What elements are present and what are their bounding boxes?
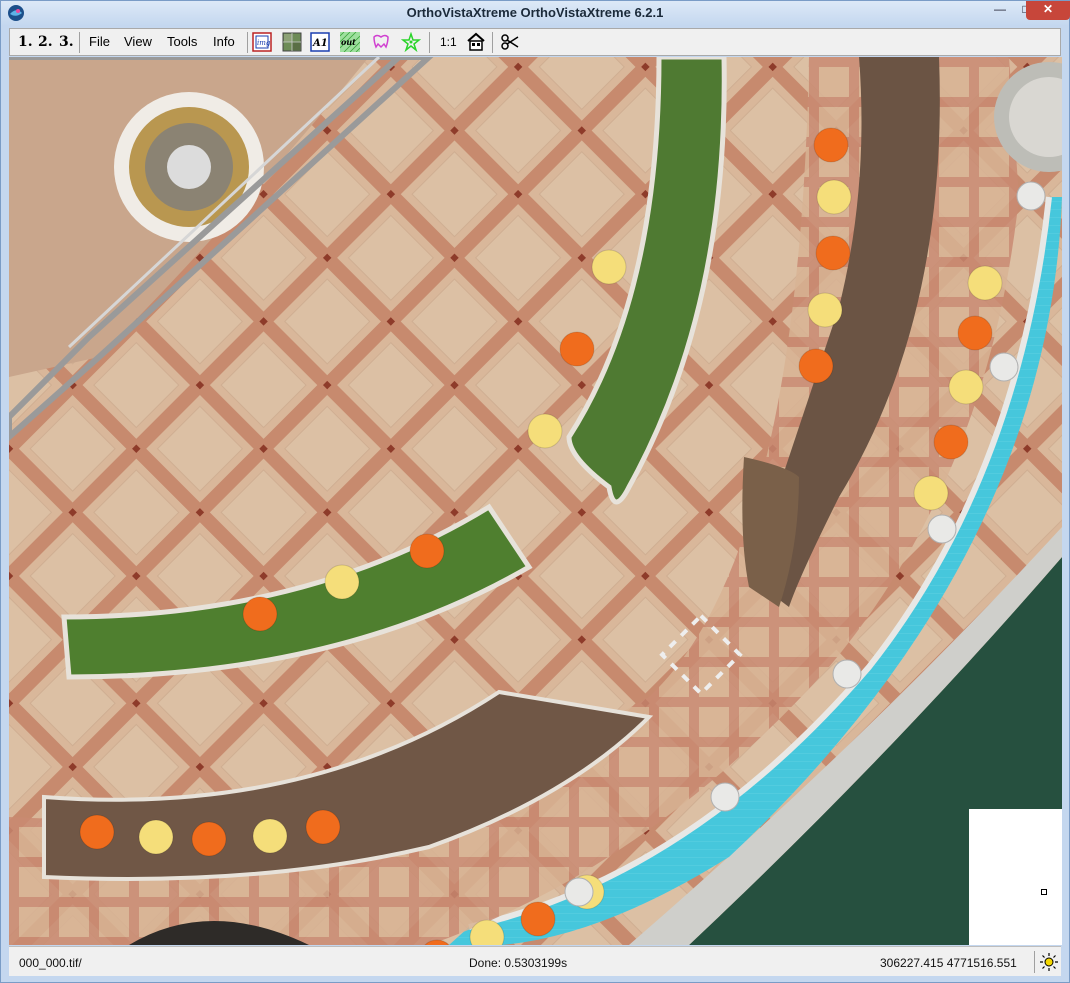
aerial-image bbox=[9, 57, 1062, 945]
step-2-button[interactable]: 2. bbox=[38, 32, 53, 52]
status-file: 000_000.tif/ bbox=[19, 956, 82, 970]
toolbar-separator bbox=[492, 32, 493, 53]
image-frame-icon[interactable]: img bbox=[252, 32, 272, 52]
app-window: OrthoVistaXtreme OrthoVistaXtreme 6.2.1 … bbox=[0, 0, 1070, 983]
menu-file[interactable]: File bbox=[89, 32, 110, 52]
tooth-icon[interactable] bbox=[371, 32, 391, 52]
minimize-button[interactable]: — bbox=[987, 1, 1013, 20]
close-button[interactable]: ✕ bbox=[1026, 1, 1070, 20]
overview-minimap[interactable] bbox=[969, 809, 1062, 945]
toolbar: 1. 2. 3. File View Tools Info img A1 out bbox=[9, 28, 1061, 56]
a1-icon[interactable]: A1 bbox=[310, 32, 330, 52]
toolbar-separator bbox=[429, 32, 430, 53]
step-1-button[interactable]: 1. bbox=[18, 32, 33, 52]
title-bar[interactable]: OrthoVistaXtreme OrthoVistaXtreme 6.2.1 … bbox=[1, 1, 1070, 26]
toolbar-separator bbox=[247, 32, 248, 53]
menu-info[interactable]: Info bbox=[213, 32, 235, 52]
sun-icon[interactable] bbox=[1040, 953, 1058, 971]
mosaic-icon[interactable] bbox=[282, 32, 302, 52]
svg-text:img: img bbox=[257, 39, 271, 47]
step-3-button[interactable]: 3. bbox=[59, 32, 74, 52]
status-separator bbox=[1034, 951, 1035, 973]
status-done: Done: 0.5303199s bbox=[469, 956, 568, 970]
scissors-icon[interactable] bbox=[500, 32, 520, 52]
star-outline-icon[interactable] bbox=[401, 32, 421, 52]
zoom-1-1-button[interactable]: 1:1 bbox=[440, 32, 457, 52]
menu-view[interactable]: View bbox=[124, 32, 152, 52]
map-canvas[interactable] bbox=[9, 57, 1062, 945]
toolbar-separator bbox=[79, 32, 80, 53]
home-icon[interactable] bbox=[466, 32, 486, 52]
status-coordinates: 306227.415 4771516.551 bbox=[880, 956, 1017, 970]
svg-text:A1: A1 bbox=[312, 38, 328, 49]
svg-text:out: out bbox=[341, 37, 356, 47]
menu-tools[interactable]: Tools bbox=[167, 32, 197, 52]
status-bar: 000_000.tif/ Done: 0.5303199s 306227.415… bbox=[9, 946, 1061, 976]
out-icon[interactable]: out bbox=[340, 32, 360, 52]
overview-viewport-marker[interactable] bbox=[1041, 889, 1047, 895]
window-title: OrthoVistaXtreme OrthoVistaXtreme 6.2.1 bbox=[406, 5, 664, 20]
